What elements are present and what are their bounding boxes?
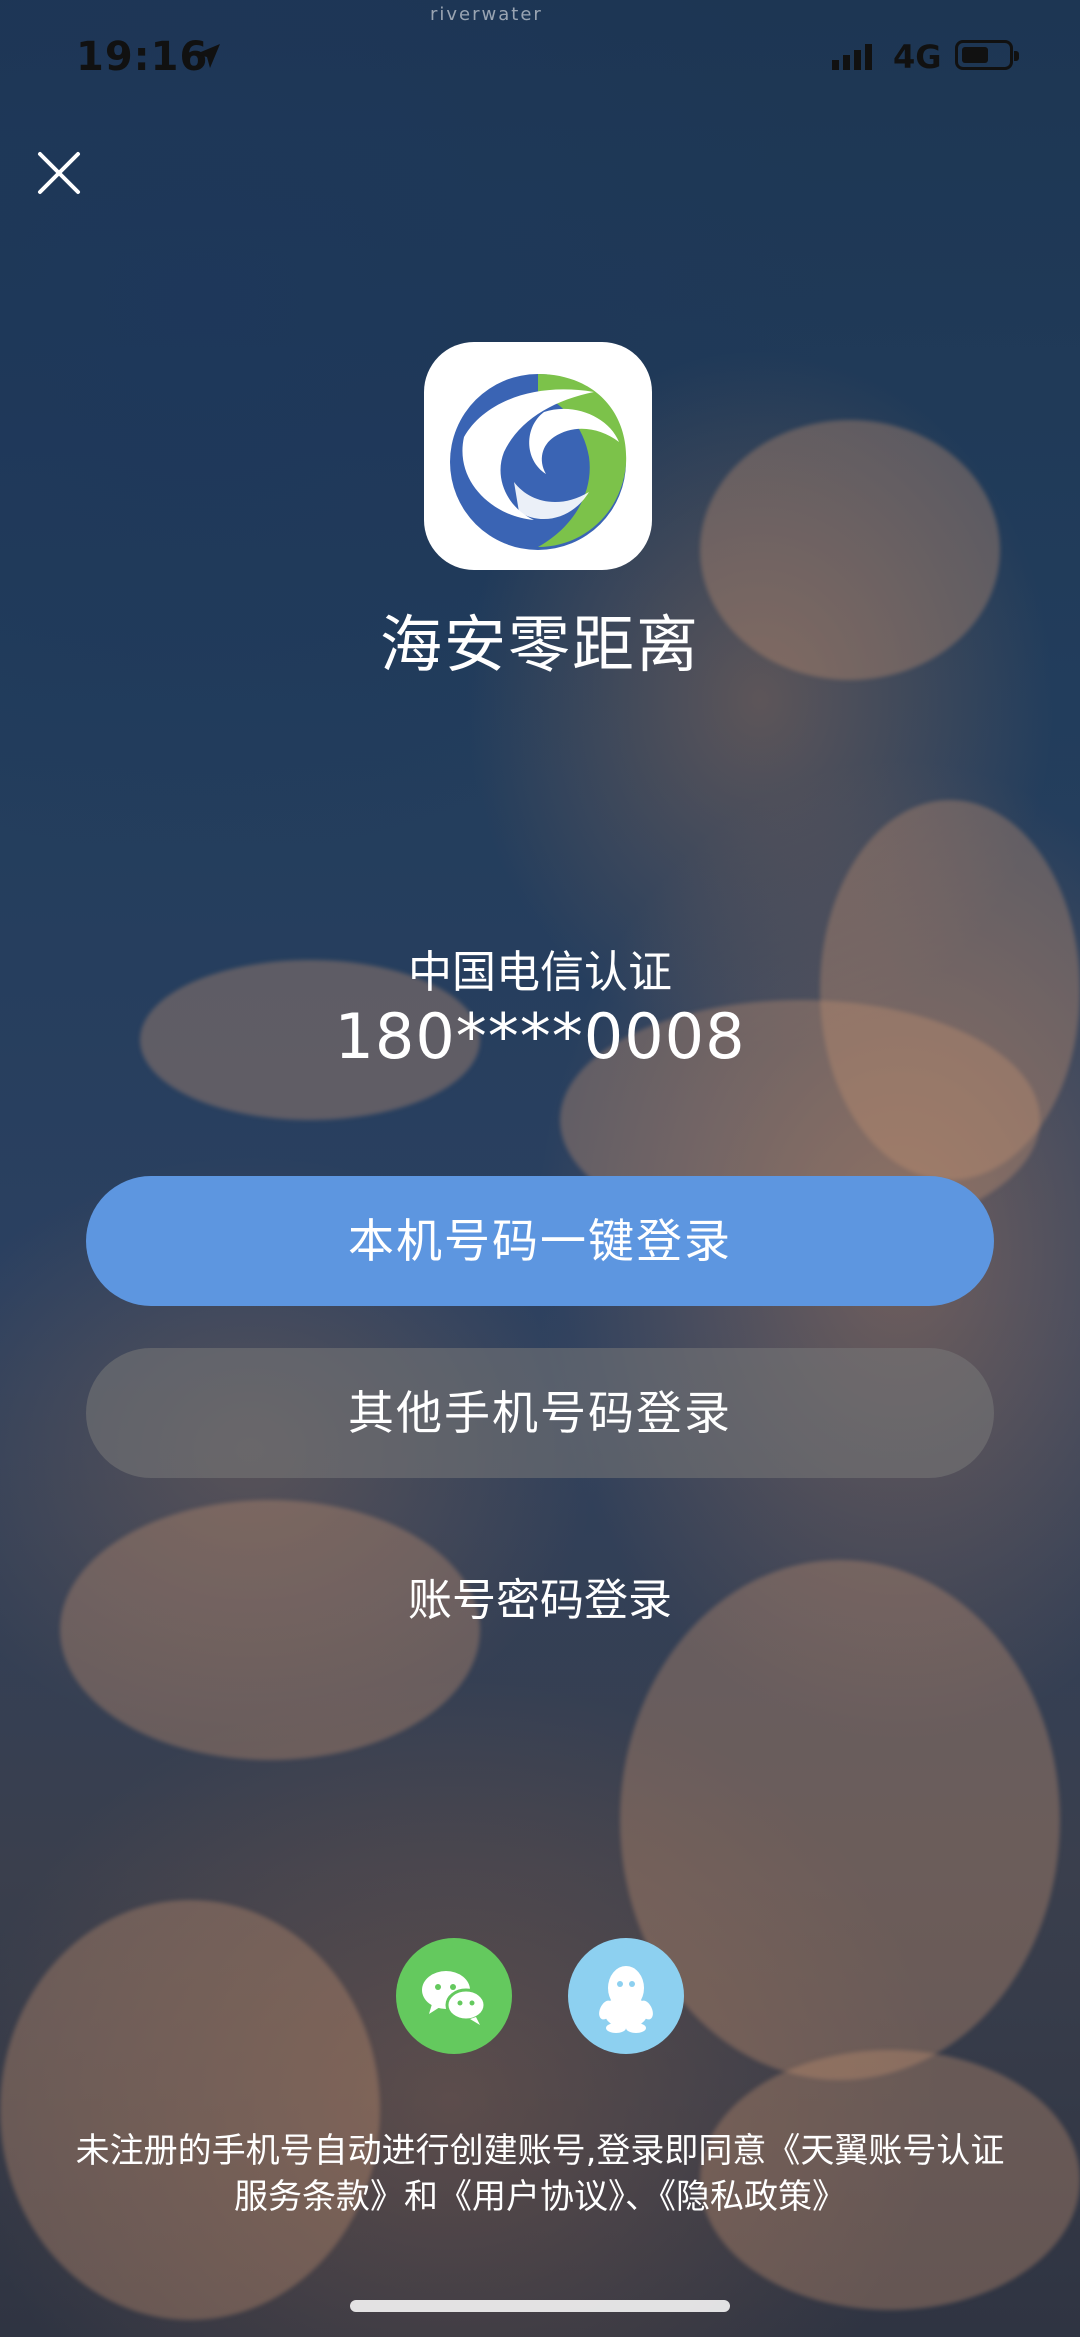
watermark: riverwater	[430, 4, 543, 25]
home-indicator	[350, 2300, 730, 2312]
masked-phone-number: 180****0008	[334, 1000, 746, 1073]
app-name: 海安零距离	[379, 608, 700, 681]
one-click-login-button[interactable]: 本机号码一键登录	[86, 1176, 994, 1306]
carrier-auth-label: 中国电信认证	[408, 947, 672, 998]
location-arrow-icon	[196, 44, 220, 68]
terms-text[interactable]: 未注册的手机号自动进行创建账号,登录即同意《天翼账号认证服务条款》和《用户协议》…	[70, 2128, 1010, 2220]
qq-login-button[interactable]	[568, 1938, 684, 2054]
status-time: 19:16	[76, 34, 209, 80]
wechat-login-button[interactable]	[396, 1938, 512, 2054]
status-bar: riverwater 19:16 4G	[0, 0, 1080, 120]
qq-icon	[599, 1966, 653, 2033]
signal-icon	[832, 44, 872, 70]
close-icon[interactable]	[34, 148, 84, 198]
wechat-icon	[422, 1971, 487, 2025]
network-type: 4G	[893, 38, 942, 76]
other-phone-login-button[interactable]: 其他手机号码登录	[86, 1348, 994, 1478]
battery-icon	[955, 40, 1019, 70]
account-password-login-link[interactable]: 账号密码登录	[0, 1564, 1080, 1628]
app-logo-icon	[424, 342, 652, 570]
